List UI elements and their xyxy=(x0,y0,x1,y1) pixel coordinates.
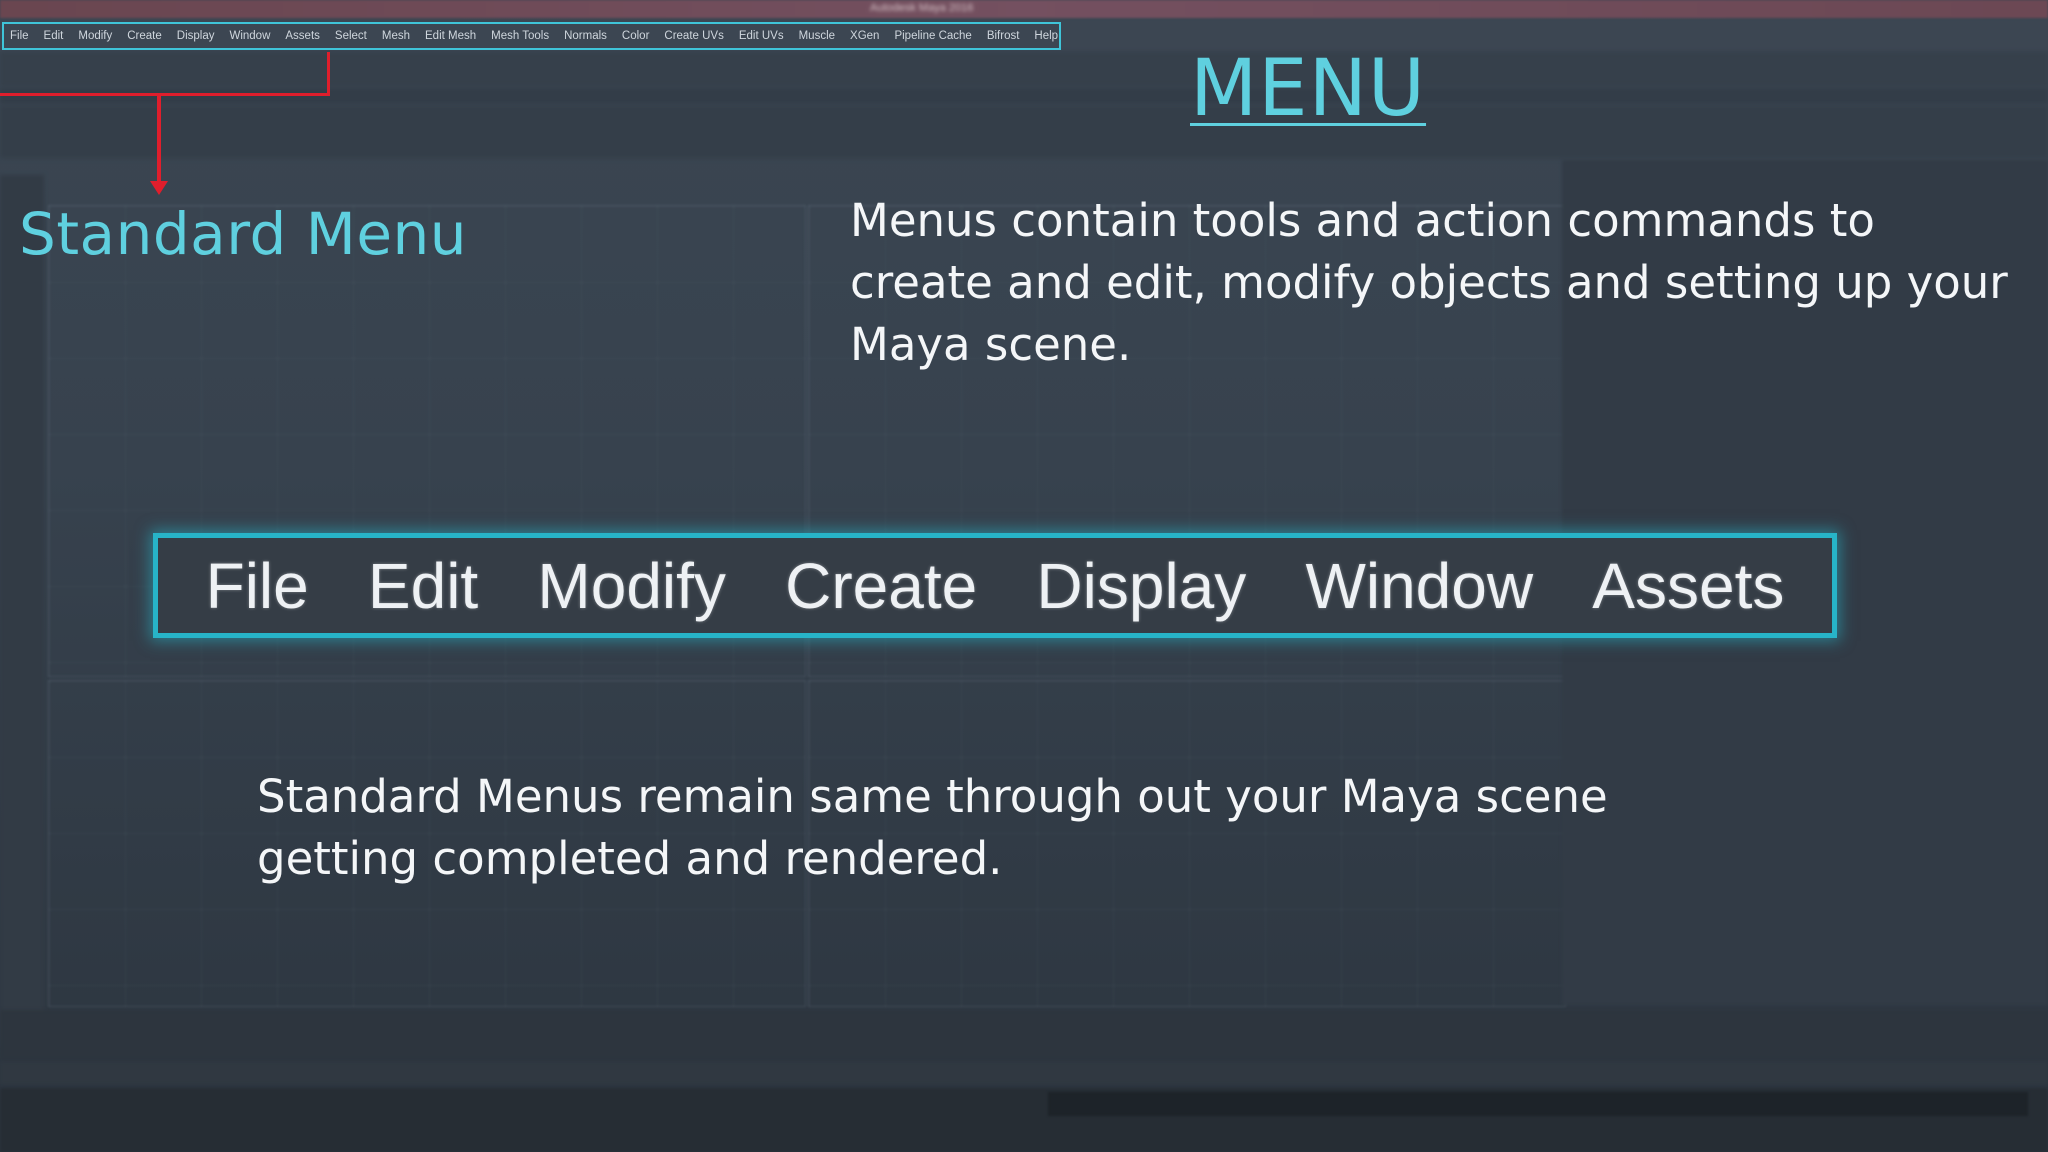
range-slider xyxy=(0,1062,2048,1084)
menu-mesh-tools[interactable]: Mesh Tools xyxy=(491,30,549,42)
toolbox xyxy=(0,175,44,1045)
menu-mesh[interactable]: Mesh xyxy=(382,30,410,42)
menu-window[interactable]: Window xyxy=(229,30,270,42)
zoomed-menu-create[interactable]: Create xyxy=(785,549,977,623)
window-title: Autodesk Maya 2016 xyxy=(870,2,974,14)
menu-create-uvs[interactable]: Create UVs xyxy=(664,30,723,42)
zoomed-menu-window[interactable]: Window xyxy=(1305,549,1533,623)
menu-description: Menus contain tools and action commands … xyxy=(850,194,2008,371)
menu-muscle[interactable]: Muscle xyxy=(799,30,835,42)
arrow-down-icon xyxy=(150,181,168,195)
menu-bifrost[interactable]: Bifrost xyxy=(987,30,1020,42)
menu-normals[interactable]: Normals xyxy=(564,30,607,42)
menu-modify[interactable]: Modify xyxy=(78,30,112,42)
help-line xyxy=(1048,1092,2028,1116)
menu-help[interactable]: Help xyxy=(1034,30,1058,42)
menu-xgen[interactable]: XGen xyxy=(850,30,879,42)
zoomed-menu-modify[interactable]: Modify xyxy=(537,549,726,623)
menu-create[interactable]: Create xyxy=(127,30,162,42)
zoomed-menu-display[interactable]: Display xyxy=(1036,549,1246,623)
menu-edit-uvs[interactable]: Edit UVs xyxy=(739,30,784,42)
zoomed-menu-assets[interactable]: Assets xyxy=(1592,549,1784,623)
maya-main-menu-bar: File Edit Modify Create Display Window A… xyxy=(2,22,1061,50)
standard-menu-label: Standard Menu xyxy=(19,200,468,268)
standard-menu-description: Standard Menus remain same through out y… xyxy=(257,770,1608,885)
menu-file[interactable]: File xyxy=(10,30,29,42)
menu-pipeline-cache[interactable]: Pipeline Cache xyxy=(894,30,971,42)
menu-color[interactable]: Color xyxy=(622,30,649,42)
time-slider xyxy=(0,1010,2048,1060)
zoomed-menu-edit[interactable]: Edit xyxy=(368,549,478,623)
menu-display[interactable]: Display xyxy=(177,30,215,42)
zoomed-menu-bar: File Edit Modify Create Display Window A… xyxy=(153,533,1837,638)
menu-edit[interactable]: Edit xyxy=(44,30,64,42)
slide-title: MENU xyxy=(1190,44,1427,134)
menu-edit-mesh[interactable]: Edit Mesh xyxy=(425,30,476,42)
zoomed-menu-file[interactable]: File xyxy=(206,549,309,623)
shelf-icons xyxy=(0,106,2048,158)
menu-select[interactable]: Select xyxy=(335,30,367,42)
window-title-bar: Autodesk Maya 2016 xyxy=(0,0,2048,18)
callout-arrow-line xyxy=(157,96,161,184)
standard-menu-highlight-box xyxy=(0,52,330,96)
menu-assets[interactable]: Assets xyxy=(285,30,320,42)
